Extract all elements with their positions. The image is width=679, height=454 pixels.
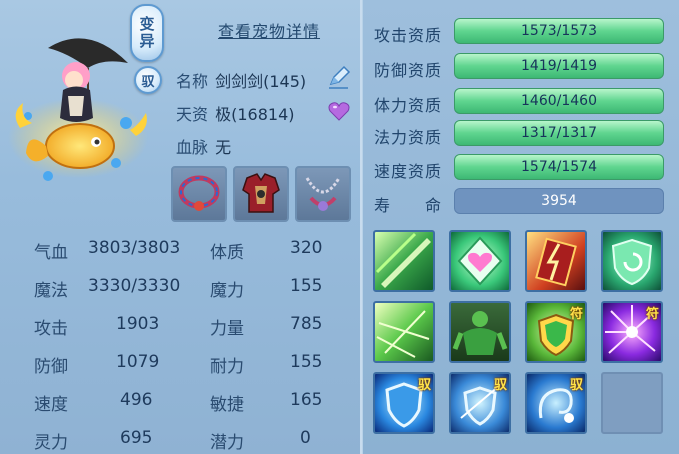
aptitude-label: 防御资质 <box>374 61 443 80</box>
lifespan-bar: 3954 <box>454 188 664 214</box>
aptitude-label: 攻击资质 <box>374 26 443 45</box>
stat-value: 155 <box>290 276 323 296</box>
mutation-button[interactable]: 变 异 <box>130 4 164 62</box>
stat-label: 体质 <box>210 243 244 263</box>
aptitude-bar: 1419/1419 <box>454 53 664 79</box>
aptitude-value: 1317/1317 <box>521 125 597 141</box>
empty-skill-slot[interactable] <box>601 372 663 434</box>
aptitude-label: 法力资质 <box>374 128 443 147</box>
stat-label: 敏捷 <box>210 395 244 415</box>
red-lightning-card-icon <box>535 237 577 287</box>
stat-label: 潜力 <box>210 433 244 453</box>
stat-label: 防御 <box>34 357 68 377</box>
green-giant-icon <box>452 311 508 355</box>
stat-value: 695 <box>120 428 153 448</box>
stat-label: 力量 <box>210 319 244 339</box>
skill-slot[interactable] <box>373 230 435 292</box>
stat-value: 320 <box>290 238 323 258</box>
name-label: 名称 <box>176 72 209 91</box>
stat-value: 0 <box>300 428 311 448</box>
skill-slot[interactable]: 驭 <box>373 372 435 434</box>
stat-value: 496 <box>120 390 153 410</box>
equip-slot-armor[interactable] <box>233 166 289 222</box>
pet-talent-row: 天资 极(16814) <box>176 101 295 125</box>
lifespan-label: 寿 命 <box>374 196 443 215</box>
stat-label: 气血 <box>34 243 68 263</box>
aptitude-bar: 1573/1573 <box>454 18 664 44</box>
green-recycle-shield-icon <box>611 238 653 286</box>
bloodline-label: 血脉 <box>176 138 209 157</box>
talent-label: 天资 <box>176 105 209 124</box>
equip-slot-necklace[interactable] <box>295 166 351 222</box>
stat-value: 785 <box>290 314 323 334</box>
equip-slot-collar[interactable] <box>171 166 227 222</box>
heart-shield-icon <box>457 236 503 286</box>
aptitude-label: 速度资质 <box>374 162 443 181</box>
lifespan-value: 3954 <box>541 193 577 209</box>
stat-value: 165 <box>290 390 323 410</box>
skill-badge: 驭 <box>417 378 431 393</box>
skill-slot[interactable]: 符 <box>525 301 587 363</box>
skill-slot[interactable]: 驭 <box>449 372 511 434</box>
skill-slot[interactable]: 驭 <box>525 372 587 434</box>
heart-icon[interactable] <box>328 100 350 122</box>
stat-label: 魔法 <box>34 281 68 301</box>
pet-name-row: 名称 剑剑剑(145) <box>176 68 306 92</box>
mutation-label-1: 变 <box>139 15 155 33</box>
necklace-icon <box>305 177 341 211</box>
view-pet-details-link[interactable]: 查看宠物详情 <box>218 18 320 42</box>
mutation-label-2: 异 <box>139 32 155 50</box>
stat-label: 速度 <box>34 395 68 415</box>
stat-value: 1903 <box>116 314 160 334</box>
stat-value: 155 <box>290 352 323 372</box>
aptitude-value: 1419/1419 <box>521 58 597 74</box>
skill-slot[interactable] <box>525 230 587 292</box>
skill-slot[interactable]: 符 <box>601 301 663 363</box>
aptitude-bar: 1460/1460 <box>454 88 664 114</box>
stat-value: 3803/3803 <box>88 238 181 258</box>
armor-icon <box>242 173 280 213</box>
skill-badge: 符 <box>569 307 583 322</box>
green-slash-icon <box>375 232 431 288</box>
skill-slot[interactable] <box>373 301 435 363</box>
collar-icon <box>178 175 220 211</box>
skill-badge: 驭 <box>493 378 507 393</box>
stat-value: 3330/3330 <box>88 276 181 296</box>
stat-label: 耐力 <box>210 357 244 377</box>
stat-label: 攻击 <box>34 319 68 339</box>
ride-button[interactable]: 驭 <box>134 66 162 94</box>
pet-bloodline-row: 血脉 无 <box>176 134 231 158</box>
skill-slot[interactable] <box>449 230 511 292</box>
name-value: 剑剑剑(145) <box>215 72 307 91</box>
stat-label: 灵力 <box>34 433 68 453</box>
aptitude-bar: 1574/1574 <box>454 154 664 180</box>
skill-slot[interactable] <box>449 301 511 363</box>
aptitude-label: 体力资质 <box>374 96 443 115</box>
aptitude-value: 1460/1460 <box>521 93 597 109</box>
aptitude-bar: 1317/1317 <box>454 120 664 146</box>
skill-badge: 驭 <box>569 378 583 393</box>
talent-value: 极(16814) <box>215 105 295 124</box>
green-burst-icon <box>376 310 430 358</box>
stat-label: 魔力 <box>210 281 244 301</box>
edit-name-icon[interactable] <box>326 64 352 90</box>
aptitude-value: 1573/1573 <box>521 23 597 39</box>
stat-value: 1079 <box>116 352 160 372</box>
bloodline-value: 无 <box>215 138 232 157</box>
aptitude-value: 1574/1574 <box>521 159 597 175</box>
ride-label: 驭 <box>141 74 155 90</box>
panel-divider <box>360 0 362 454</box>
skill-slot[interactable] <box>601 230 663 292</box>
skill-badge: 符 <box>645 307 659 322</box>
